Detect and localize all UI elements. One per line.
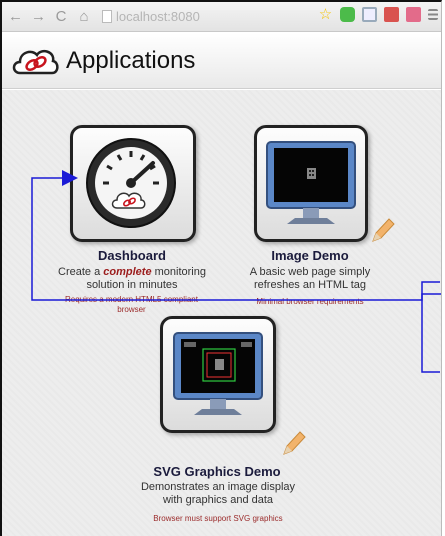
app-header: Applications [2, 33, 441, 89]
extension-green-icon[interactable] [340, 7, 355, 22]
back-icon[interactable]: ← [8, 9, 23, 24]
toolbar-extensions: ☆ [318, 7, 438, 22]
puzzle-icon[interactable] [384, 7, 399, 22]
page-title: Applications [66, 46, 196, 74]
star-icon[interactable]: ☆ [318, 7, 333, 22]
browser-toolbar: ← → C ⌂ localhost:8080 ☆ [2, 2, 441, 32]
forward-icon[interactable]: → [31, 9, 46, 24]
app-grid: Dashboard Create a complete monitoring s… [2, 90, 441, 536]
browser-window: ← → C ⌂ localhost:8080 ☆ Applications Da… [0, 0, 442, 536]
reload-icon[interactable]: C [54, 9, 68, 24]
page-icon [102, 10, 112, 23]
home-icon[interactable]: ⌂ [77, 9, 91, 24]
annotation-arrow [31, 170, 441, 373]
mail-icon[interactable] [362, 7, 377, 22]
extension-x-icon[interactable] [406, 7, 421, 22]
url-text: localhost:8080 [116, 9, 200, 24]
address-bar[interactable]: localhost:8080 [102, 9, 200, 24]
menu-icon[interactable] [428, 9, 438, 20]
cloud-logo-icon [12, 49, 59, 74]
